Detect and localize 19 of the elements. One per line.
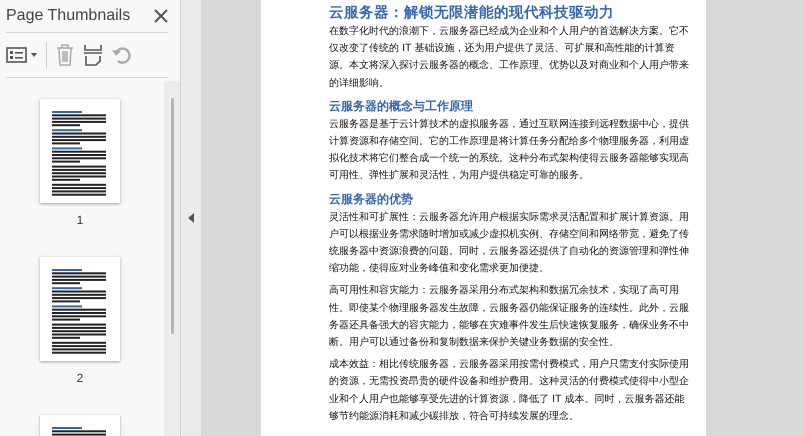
panel-title: Page Thumbnails [6, 7, 130, 25]
body-paragraph: 高可用性和容灾能力：云服务器采用分布式架构和数据冗余技术，实现了高可用性。即使某个物理服务器发生故障，云服务器仍能保证服务的连续性。此外，云服务器还具备强大的容灾能力，能够在灾难事件发生后快速恢复服务，确保业务不中断。用户可以通过备份和复制数据来保护关键业务数据的安全性。 [329, 284, 690, 350]
scrollbar-track[interactable] [164, 81, 180, 436]
body-paragraph: 在数字化时代的浪潮下，云服务器已经成为企业和个人用户的首选解决方案。它不仅改变了传统的 IT 基础设施，还为用户提供了灵活、可扩展和高性能的计算资源。本文将深入探讨云服务器的概念、工作原理、优势以及对商业和个人用户带来的详细影响。 [329, 24, 690, 91]
body-paragraph: 灵活性和可扩展性：云服务器允许用户根据实际需求灵活配置和扩展计算资源。用户可以根据业务需求随时增加或减少虚拟机实例、存储空间和网络带宽，避免了传统服务器中资源浪费的问题。同时，云服务器还提供了自动化的资源管理和弹性伸缩功能，使得应对业务峰值和变化需求更加便捷。 [329, 210, 690, 276]
options-menu-button[interactable] [6, 46, 38, 64]
page-number: 1 [76, 213, 84, 227]
section-heading: 云服务器的概念与工作原理 [329, 98, 474, 115]
page-number: 2 [76, 371, 84, 385]
document-title: 云服务器：解锁无限潜能的现代科技驱动力 [329, 4, 615, 23]
body-paragraph: 云服务器是基于云计算技术的虚拟服务器，通过互联网连接到远程数据中心，提供计算资源和存储空间。它的工作原理是将计算任务分配给多个物理服务器，利用虚拟化技术将它们整合成一个统一的系统。这种分布式架构使得云服务器能够实现高可用性、弹性扩展和灵活性，为用户提供稳定可靠的服务。 [329, 118, 690, 184]
body-paragraph: 成本效益：相比传统服务器，云服务器采用按需付费模式，用户只需支付实际使用的资源，无需投资昂贵的硬件设备和维护费用。这种灵活的付费模式使得中小型企业和个人用户也能够享受先进的计算资源，降低了 IT 成本。同时，云服务器还能够节约能源消耗和减少碳排放，符合可持续发展的理念。 [329, 358, 690, 424]
section-heading: 云服务器的优势 [329, 190, 414, 208]
close-button[interactable] [154, 9, 168, 23]
page-thumbnail[interactable] [40, 99, 120, 203]
page-thumbnail[interactable] [40, 257, 120, 361]
insert-page-icon[interactable] [83, 44, 103, 66]
scrollbar-thumb[interactable] [170, 98, 174, 334]
collapse-icon[interactable] [188, 213, 194, 223]
